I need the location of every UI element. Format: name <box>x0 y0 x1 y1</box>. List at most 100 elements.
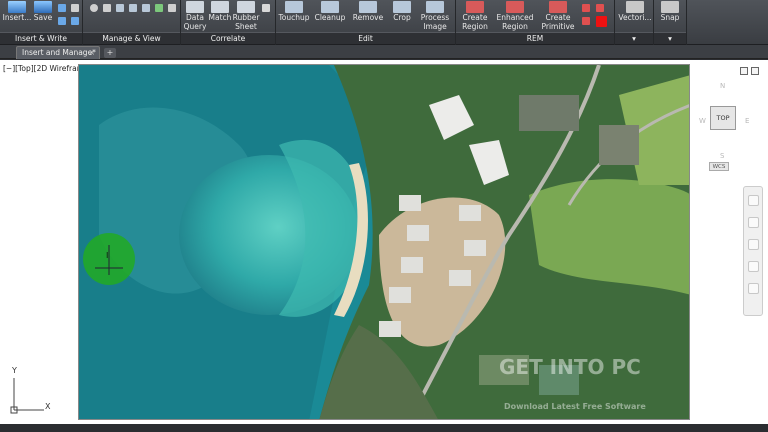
data-query-icon <box>186 1 204 13</box>
compass-north[interactable]: N <box>720 82 725 90</box>
rem-tool-icon[interactable] <box>582 4 590 12</box>
touchup-button[interactable]: Touchup <box>278 0 310 32</box>
cleanup-icon <box>321 1 339 13</box>
match-icon <box>211 1 229 13</box>
create-primitive-icon <box>549 1 567 13</box>
drawing-viewport[interactable]: [−][Top][2D Wireframe] I GET INTO PC Dow… <box>0 60 768 424</box>
manage-tool-icon[interactable] <box>90 4 98 12</box>
small-tool-icon[interactable] <box>58 4 66 12</box>
orbit-icon[interactable] <box>748 261 759 272</box>
vectorize-button[interactable]: Vectori... <box>617 0 653 32</box>
full-navigation-wheel-icon[interactable] <box>748 195 759 206</box>
manage-tool-icon[interactable] <box>103 4 111 12</box>
data-query-label: Data <box>186 13 204 22</box>
watermark-title: GET INTO PC <box>499 355 641 379</box>
cursor-marker: I <box>106 251 109 260</box>
panel-edit[interactable]: Edit <box>276 32 455 44</box>
close-icon[interactable]: × <box>89 47 95 59</box>
process-image-button[interactable]: Process Image <box>420 0 450 32</box>
enhanced-region-label: Region <box>502 22 528 31</box>
small-tool-icon[interactable] <box>71 17 79 25</box>
cleanup-button[interactable]: Cleanup <box>314 0 346 32</box>
wcs-menu[interactable]: WCS <box>709 162 729 171</box>
panel-snap[interactable]: ▾ <box>654 32 686 44</box>
viewcube-top-face[interactable]: TOP <box>710 106 736 130</box>
crop-label: Crop <box>393 13 411 22</box>
crop-icon <box>393 1 411 13</box>
tab-insert-and-manage[interactable]: Insert and Manage* × <box>16 46 100 59</box>
rem-tool-icon[interactable] <box>582 17 590 25</box>
panel-correlate[interactable]: Correlate <box>181 32 275 44</box>
create-region-button[interactable]: Create Region <box>458 0 492 32</box>
vectorize-icon <box>626 1 644 13</box>
snap-button[interactable]: Snap <box>656 0 684 32</box>
create-primitive-label: Create <box>545 13 571 22</box>
ribbon: Insert... Save Insert & Write Manage & V… <box>0 0 768 45</box>
panel-manage-view[interactable]: Manage & View <box>83 32 180 44</box>
enhanced-region-label: Enhanced <box>496 13 534 22</box>
save-button[interactable]: Save <box>32 0 54 32</box>
panel-vectorize[interactable]: ▾ <box>615 32 653 44</box>
remove-button[interactable]: Remove <box>353 0 383 32</box>
panel-rem[interactable]: REM <box>456 32 614 44</box>
manage-tool-icon[interactable] <box>155 4 163 12</box>
divider <box>686 0 687 45</box>
red-color-swatch[interactable] <box>596 16 607 27</box>
enhanced-region-icon <box>506 1 524 13</box>
small-tool-icon[interactable] <box>71 4 79 12</box>
cleanup-label: Cleanup <box>314 13 346 22</box>
enhanced-region-button[interactable]: Enhanced Region <box>496 0 534 32</box>
manage-tool-icon[interactable] <box>142 4 150 12</box>
restore-viewport-button[interactable] <box>751 67 759 75</box>
process-image-label: Process <box>420 13 450 22</box>
new-tab-button[interactable]: + <box>104 48 116 58</box>
compass-east[interactable]: E <box>745 117 749 125</box>
tab-label: Insert and Manage* <box>22 48 96 57</box>
zoom-icon[interactable] <box>748 239 759 250</box>
ucs-y-label: Y <box>12 366 17 375</box>
rem-tool-icon[interactable] <box>596 4 604 12</box>
insert-button[interactable]: Insert... <box>2 0 32 32</box>
snap-label: Snap <box>660 13 680 22</box>
rubber-sheet-label: Rubber <box>232 13 260 22</box>
match-button[interactable]: Match <box>208 0 232 32</box>
panel-insert-write[interactable]: Insert & Write <box>0 32 82 44</box>
rubber-sheet-label: Sheet <box>235 22 257 31</box>
manage-tool-icon[interactable] <box>129 4 137 12</box>
touchup-icon <box>285 1 303 13</box>
create-region-icon <box>466 1 484 13</box>
compass-south[interactable]: S <box>720 152 724 160</box>
showmotion-icon[interactable] <box>748 283 759 294</box>
compass-west[interactable]: W <box>699 117 706 125</box>
document-tab-bar: Insert and Manage* × + <box>0 45 768 59</box>
vectorize-label: Vectori... <box>618 13 652 22</box>
crop-button[interactable]: Crop <box>390 0 414 32</box>
small-tool-icon[interactable] <box>58 17 66 25</box>
aerial-image: I GET INTO PC Download Latest Free Softw… <box>78 64 690 420</box>
insert-label: Insert... <box>2 13 32 22</box>
create-primitive-label: Primitive <box>541 22 575 31</box>
rubber-sheet-icon <box>237 1 255 13</box>
create-region-label: Create <box>462 13 488 22</box>
data-query-button[interactable]: Data Query <box>182 0 208 32</box>
navigation-bar <box>743 186 763 316</box>
manage-tool-icon[interactable] <box>168 4 176 12</box>
rubber-sheet-button[interactable]: Rubber Sheet <box>233 0 259 32</box>
create-primitive-button[interactable]: Create Primitive <box>539 0 577 32</box>
save-label: Save <box>33 13 53 22</box>
remove-label: Remove <box>352 13 384 22</box>
ucs-x-label: X <box>45 402 51 411</box>
touchup-label: Touchup <box>278 13 310 22</box>
watermark-subtitle: Download Latest Free Software <box>504 402 646 411</box>
create-region-label: Region <box>462 22 488 31</box>
snap-icon <box>661 1 679 13</box>
status-bar <box>0 424 768 432</box>
minimize-viewport-button[interactable] <box>740 67 748 75</box>
process-image-label: Image <box>423 22 447 31</box>
pan-icon[interactable] <box>748 217 759 228</box>
save-icon <box>34 1 52 13</box>
remove-icon <box>359 1 377 13</box>
correlate-tool-icon[interactable] <box>262 4 270 12</box>
insert-icon <box>8 1 26 13</box>
manage-tool-icon[interactable] <box>116 4 124 12</box>
